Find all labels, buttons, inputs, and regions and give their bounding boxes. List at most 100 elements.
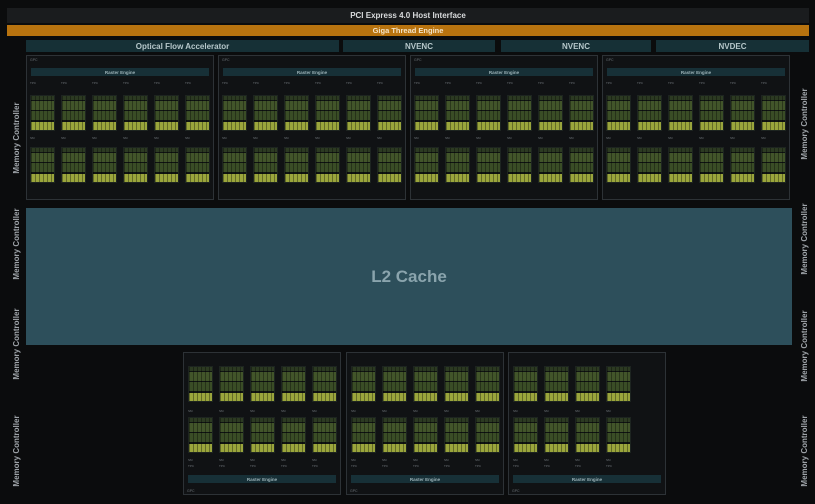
sm-unit: [346, 95, 371, 131]
tpc-label: TPC: [92, 81, 98, 85]
nvenc-1-label: NVENC: [404, 41, 433, 51]
tpc-label: TPC: [377, 81, 383, 85]
sm-label: SM: [606, 136, 611, 140]
tpc-label: TPC: [222, 81, 228, 85]
sm-label: SM: [315, 136, 320, 140]
raster-engine: Raster Engine: [513, 475, 661, 483]
sm-unit: [637, 95, 662, 131]
sm-unit: [507, 95, 532, 131]
tpc-label: TPC: [513, 464, 519, 468]
sm-unit: [538, 147, 563, 183]
sm-label: SM: [382, 409, 387, 413]
nvenc-2: NVENC: [501, 40, 651, 52]
sm-unit: [606, 95, 631, 131]
sm-unit: [513, 366, 538, 402]
sm-unit: [730, 95, 755, 131]
gpc-top-4: GPC Raster Engine TPC SM TPC SM TPC SM TPC SM TPC S…: [602, 55, 790, 200]
sm-unit: [185, 147, 210, 183]
sm-label: SM: [382, 458, 387, 462]
sm-unit: [699, 147, 724, 183]
sm-unit: [188, 366, 213, 402]
sm-label: SM: [507, 136, 512, 140]
giga-thread-engine: Giga Thread Engine: [7, 25, 809, 36]
sm-unit: [476, 147, 501, 183]
tpc-label: TPC: [154, 81, 160, 85]
sm-label: SM: [188, 458, 193, 462]
sm-unit: [761, 95, 786, 131]
sm-unit: [445, 147, 470, 183]
sm-unit: [538, 95, 563, 131]
tpc-label: TPC: [445, 81, 451, 85]
sm-unit: [315, 95, 340, 131]
tpc-label: TPC: [123, 81, 129, 85]
sm-unit: [668, 95, 693, 131]
sm-unit: [444, 417, 469, 453]
sm-label: SM: [92, 136, 97, 140]
sm-label: SM: [351, 458, 356, 462]
sm-unit: [123, 95, 148, 131]
sm-unit: [312, 417, 337, 453]
sm-unit: [315, 147, 340, 183]
sm-unit: [284, 147, 309, 183]
sm-label: SM: [444, 458, 449, 462]
sm-unit: [284, 95, 309, 131]
sm-unit: [475, 366, 500, 402]
tpc-label: TPC: [281, 464, 287, 468]
gpc-label: GPC: [350, 489, 358, 493]
tpc-label: TPC: [219, 464, 225, 468]
gpc-label: GPC: [30, 58, 38, 62]
tpc-label: TPC: [569, 81, 575, 85]
sm-label: SM: [575, 458, 580, 462]
sm-label: SM: [569, 136, 574, 140]
tpc-label: TPC: [606, 81, 612, 85]
sm-label: SM: [30, 136, 35, 140]
gpc-top-2: GPC Raster Engine TPC SM TPC SM TPC SM TPC SM TPC S…: [218, 55, 406, 200]
sm-unit: [382, 417, 407, 453]
raster-engine: Raster Engine: [351, 475, 499, 483]
sm-label: SM: [606, 458, 611, 462]
nvdec: NVDEC: [656, 40, 809, 52]
sm-unit: [188, 417, 213, 453]
sm-unit: [312, 366, 337, 402]
sm-unit: [444, 366, 469, 402]
sm-unit: [730, 147, 755, 183]
sm-label: SM: [414, 136, 419, 140]
sm-unit: [253, 147, 278, 183]
sm-unit: [61, 95, 86, 131]
sm-label: SM: [544, 458, 549, 462]
sm-unit: [219, 366, 244, 402]
sm-label: SM: [351, 409, 356, 413]
sm-unit: [606, 366, 631, 402]
raster-engine: Raster Engine: [188, 475, 336, 483]
tpc-label: TPC: [284, 81, 290, 85]
tpc-label: TPC: [188, 464, 194, 468]
memory-controllers-right: Memory Controller Memory Controller Memo…: [793, 55, 815, 500]
tpc-label: TPC: [538, 81, 544, 85]
sm-label: SM: [668, 136, 673, 140]
sm-unit: [123, 147, 148, 183]
optical-flow-accelerator: Optical Flow Accelerator: [26, 40, 339, 52]
sm-unit: [351, 366, 376, 402]
sm-unit: [668, 147, 693, 183]
pcie-host-interface: PCI Express 4.0 Host Interface: [7, 8, 809, 23]
sm-unit: [30, 95, 55, 131]
sm-unit: [413, 417, 438, 453]
raster-engine: Raster Engine: [223, 68, 401, 76]
memory-controller-right-2: Memory Controller: [799, 203, 809, 275]
sm-unit: [250, 366, 275, 402]
gpc-bottom-2: SM SM TPC SM SM TPC SM SM TPC SM SM TPC SM SM TPC Raste…: [346, 352, 504, 495]
sm-unit: [637, 147, 662, 183]
tpc-label: TPC: [575, 464, 581, 468]
sm-label: SM: [154, 136, 159, 140]
sm-unit: [761, 147, 786, 183]
sm-unit: [92, 95, 117, 131]
sm-unit: [154, 95, 179, 131]
sm-unit: [575, 417, 600, 453]
memory-controller-left-2: Memory Controller: [11, 208, 21, 280]
sm-unit: [476, 95, 501, 131]
sm-unit: [699, 95, 724, 131]
l2-cache-label: L2 Cache: [371, 266, 447, 286]
sm-unit: [346, 147, 371, 183]
sm-label: SM: [222, 136, 227, 140]
gpc-top-3: GPC Raster Engine TPC SM TPC SM TPC SM TPC SM TPC S…: [410, 55, 598, 200]
